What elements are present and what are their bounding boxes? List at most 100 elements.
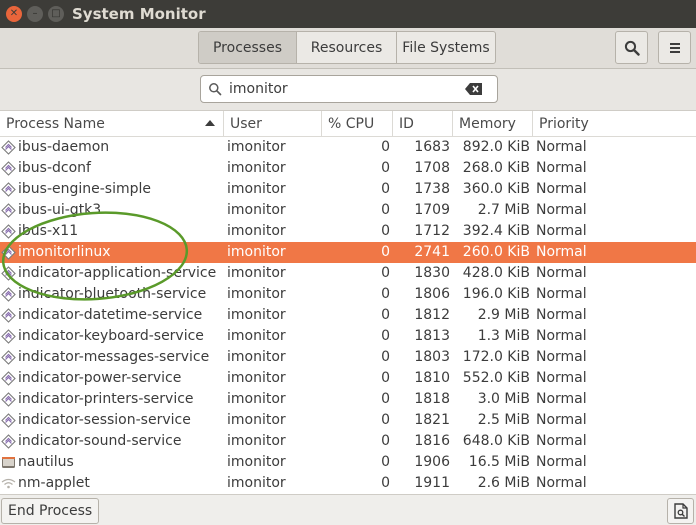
process-cpu: 0 (381, 181, 390, 197)
process-id: 1812 (414, 307, 450, 323)
process-user: imonitor (227, 370, 286, 386)
search-input[interactable] (229, 77, 457, 101)
process-priority: Normal (536, 181, 587, 197)
process-id: 1810 (414, 370, 450, 386)
process-memory: 2.6 MiB (477, 475, 530, 491)
process-memory: 428.0 KiB (462, 265, 530, 281)
process-memory: 648.0 KiB (462, 433, 530, 449)
process-id: 1816 (414, 433, 450, 449)
window-title: System Monitor (72, 5, 206, 23)
column-user[interactable]: User (224, 111, 322, 137)
clear-search-button[interactable] (457, 76, 491, 102)
column-label: Priority (539, 116, 589, 132)
process-name: ibus-dconf (18, 160, 91, 176)
table-row[interactable]: nautilus imonitor 0 1906 16.5 MiB Normal (0, 452, 696, 473)
table-row[interactable]: indicator-bluetooth-service imonitor 0 1806… (0, 284, 696, 305)
column-id[interactable]: ID (393, 111, 453, 137)
table-row-selected[interactable]: imonitorlinux imonitor 0 2741 260.0 KiB Norma… (0, 242, 696, 263)
process-id: 1738 (414, 181, 450, 197)
end-process-button[interactable]: End Process (1, 498, 100, 524)
process-cpu: 0 (381, 454, 390, 470)
process-id: 1712 (414, 223, 450, 239)
process-user: imonitor (227, 160, 286, 176)
process-memory: 16.5 MiB (468, 454, 530, 470)
process-memory: 2.7 MiB (477, 202, 530, 218)
process-id: 1803 (414, 349, 450, 365)
process-name: nautilus (18, 454, 74, 470)
process-memory: 392.4 KiB (462, 223, 530, 239)
process-priority: Normal (536, 265, 587, 281)
table-row[interactable]: indicator-application-service imonitor 0 18… (0, 263, 696, 284)
table-row[interactable]: ibus-ui-gtk3 imonitor 0 1709 2.7 MiB Normal (0, 200, 696, 221)
process-priority: Normal (536, 391, 587, 407)
process-id: 1911 (414, 475, 450, 491)
table-row[interactable]: indicator-power-service imonitor 0 1810 552.… (0, 368, 696, 389)
table-row[interactable]: indicator-keyboard-service imonitor 0 1813 1… (0, 326, 696, 347)
process-name: indicator-sound-service (18, 433, 182, 449)
column-priority[interactable]: Priority (533, 111, 696, 137)
process-properties-button[interactable] (667, 498, 694, 524)
table-row[interactable]: ibus-daemon imonitor 0 1683 892.0 KiB Normal (0, 137, 696, 158)
process-user: imonitor (227, 475, 286, 491)
process-priority: Normal (536, 349, 587, 365)
process-name: ibus-ui-gtk3 (18, 202, 102, 218)
process-user: imonitor (227, 181, 286, 197)
process-cpu: 0 (381, 139, 390, 155)
process-name: ibus-engine-simple (18, 181, 152, 197)
footer-bar: End Process (0, 494, 696, 525)
process-user: imonitor (227, 454, 286, 470)
process-user: imonitor (227, 412, 286, 428)
process-cpu: 0 (381, 286, 390, 302)
column-memory[interactable]: Memory (453, 111, 533, 137)
process-priority: Normal (536, 286, 587, 302)
process-memory: 360.0 KiB (462, 181, 530, 197)
process-icon (1, 371, 16, 386)
process-name: ibus-daemon (18, 139, 110, 155)
process-memory: 268.0 KiB (462, 160, 530, 176)
process-name: indicator-printers-service (18, 391, 194, 407)
process-user: imonitor (227, 433, 286, 449)
properties-icon (673, 503, 688, 519)
process-id: 1813 (414, 328, 450, 344)
table-row[interactable]: indicator-printers-service imonitor 0 1818 3… (0, 389, 696, 410)
process-icon (1, 329, 16, 344)
process-user: imonitor (227, 286, 286, 302)
search-icon (201, 76, 229, 102)
table-row[interactable]: ibus-dconf imonitor 0 1708 268.0 KiB Normal (0, 158, 696, 179)
process-user: imonitor (227, 244, 286, 260)
process-user: imonitor (227, 307, 286, 323)
window-close-button[interactable]: ✕ (6, 6, 22, 22)
table-row[interactable]: indicator-messages-service imonitor 0 1803 1… (0, 347, 696, 368)
menu-button[interactable] (658, 31, 691, 64)
tab-resources[interactable]: Resources (297, 32, 397, 63)
tab-file-systems[interactable]: File Systems (397, 32, 495, 63)
search-button[interactable] (615, 31, 648, 64)
process-icon (1, 392, 16, 407)
process-user: imonitor (227, 349, 286, 365)
tab-processes[interactable]: Processes (199, 32, 297, 63)
table-row[interactable]: indicator-sound-service imonitor 0 1816 648.… (0, 431, 696, 452)
process-list: ibus-daemon imonitor 0 1683 892.0 KiB Normal i… (0, 137, 696, 494)
process-memory: 3.0 MiB (477, 391, 530, 407)
column-process-name[interactable]: Process Name (0, 111, 224, 137)
process-name: indicator-datetime-service (18, 307, 203, 323)
process-cpu: 0 (381, 475, 390, 491)
process-user: imonitor (227, 223, 286, 239)
column-label: Memory (459, 116, 516, 132)
table-row[interactable]: ibus-x11 imonitor 0 1712 392.4 KiB Normal (0, 221, 696, 242)
process-memory: 260.0 KiB (462, 244, 530, 260)
process-memory: 552.0 KiB (462, 370, 530, 386)
table-row[interactable]: nm-applet imonitor 0 1911 2.6 MiB Normal (0, 473, 696, 494)
process-priority: Normal (536, 244, 587, 260)
process-icon (1, 287, 16, 302)
column-label: User (230, 116, 262, 132)
window-maximize-button[interactable]: □ (48, 6, 64, 22)
table-row[interactable]: ibus-engine-simple imonitor 0 1738 360.0 KiB… (0, 179, 696, 200)
table-row[interactable]: indicator-datetime-service imonitor 0 1812 2… (0, 305, 696, 326)
window-minimize-button[interactable]: – (27, 6, 43, 22)
column-cpu[interactable]: % CPU (322, 111, 393, 137)
search-icon (624, 40, 640, 56)
table-row[interactable]: indicator-session-service imonitor 0 1821 2.… (0, 410, 696, 431)
process-priority: Normal (536, 370, 587, 386)
process-name: indicator-bluetooth-service (18, 286, 207, 302)
